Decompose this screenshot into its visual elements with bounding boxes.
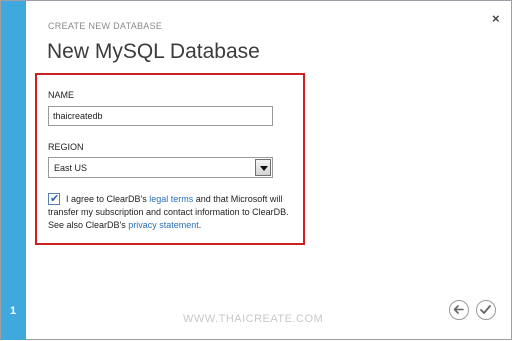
finish-button[interactable] (476, 300, 496, 320)
close-icon[interactable]: × (492, 11, 500, 26)
name-label: NAME (48, 90, 75, 100)
region-select[interactable]: East US (48, 157, 273, 178)
region-label: REGION (48, 142, 84, 152)
dialog-subtitle: CREATE NEW DATABASE (48, 21, 163, 31)
agree-text-part-3: . (198, 220, 202, 230)
chevron-down-icon (260, 166, 268, 171)
region-dropdown-button[interactable] (255, 159, 271, 176)
wizard-step-bar: 1 (1, 1, 26, 340)
back-arrow-icon (453, 305, 464, 314)
legal-terms-link[interactable]: legal terms (149, 194, 193, 204)
agree-text-part-1: I agree to ClearDB's (66, 194, 150, 204)
agree-terms-checkbox[interactable]: ✔ (48, 193, 60, 205)
privacy-statement-link[interactable]: privacy statement (128, 220, 199, 230)
check-icon: ✔ (50, 193, 60, 205)
name-input[interactable] (48, 106, 273, 126)
dialog-title: New MySQL Database (47, 40, 260, 63)
checkmark-icon (480, 305, 491, 314)
region-selected-value: East US (54, 163, 88, 173)
step-number: 1 (10, 305, 17, 317)
watermark: WWW.THAICREATE.COM (183, 313, 324, 325)
create-database-dialog: 1 × CREATE NEW DATABASE New MySQL Databa… (0, 0, 512, 340)
back-button[interactable] (449, 300, 469, 320)
agree-terms-text: I agree to ClearDB's legal terms and tha… (48, 193, 298, 232)
